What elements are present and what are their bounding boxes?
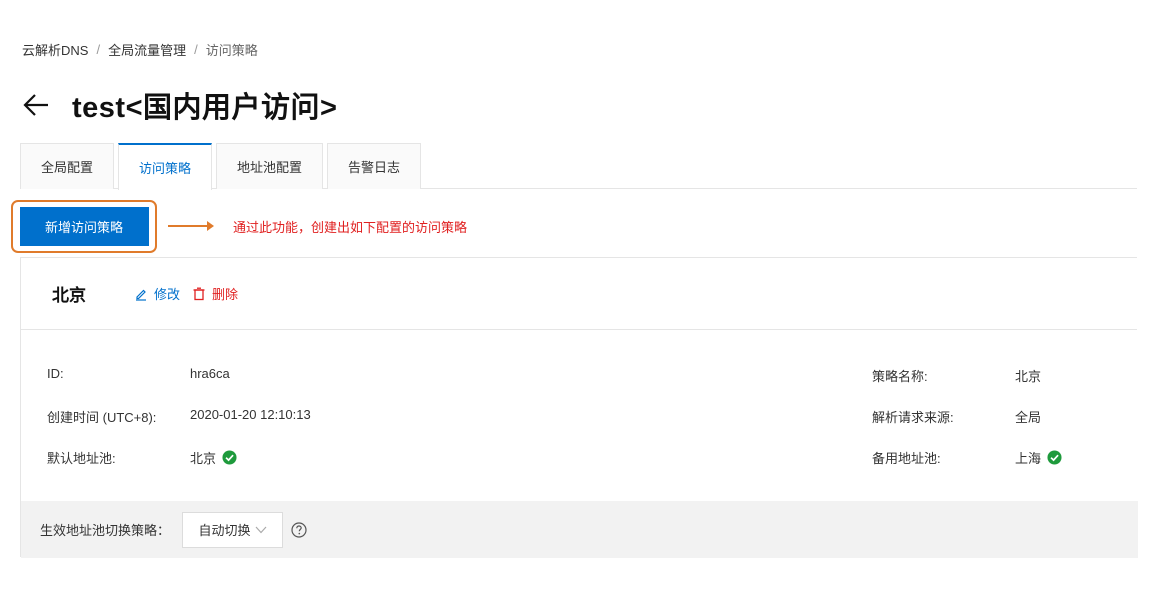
policy-card-header: 北京 修改 删除 bbox=[21, 258, 1137, 330]
edit-button[interactable]: 修改 bbox=[134, 284, 180, 303]
tab-access-policy[interactable]: 访问策略 bbox=[118, 143, 213, 190]
edit-label: 修改 bbox=[154, 287, 181, 302]
check-circle-icon bbox=[222, 450, 237, 465]
backup-pool-name: 上海 bbox=[1015, 451, 1042, 466]
breadcrumb-separator: / bbox=[96, 42, 101, 57]
tab-pool-config[interactable]: 地址池配置 bbox=[216, 143, 324, 189]
default-pool-value: 北京 bbox=[190, 448, 237, 467]
title-row: test<国内用户访问> bbox=[22, 84, 337, 126]
highlight-box: 新增访问策略 bbox=[11, 200, 157, 253]
arrow-left-icon bbox=[23, 94, 48, 116]
id-value: hra6ca bbox=[190, 366, 230, 381]
breadcrumb-current: 访问策略 bbox=[205, 43, 258, 58]
delete-button[interactable]: 删除 bbox=[192, 284, 238, 303]
tab-global-config[interactable]: 全局配置 bbox=[20, 143, 115, 189]
source-value: 全局 bbox=[1015, 410, 1042, 425]
delete-label: 删除 bbox=[212, 287, 239, 302]
tab-alert-log[interactable]: 告警日志 bbox=[327, 143, 422, 189]
policy-name-label: 策略名称: bbox=[872, 369, 928, 384]
id-label: ID: bbox=[47, 366, 64, 381]
annotation-arrow bbox=[168, 221, 214, 231]
switch-policy-select[interactable]: 自动切换 bbox=[182, 511, 284, 548]
breadcrumb-separator: / bbox=[194, 42, 198, 57]
breadcrumb-item-dns[interactable]: 云解析DNS bbox=[22, 40, 88, 59]
policy-card: 北京 修改 删除 ID: hra6ca 创建时间 (UTC+8): 2020-0… bbox=[20, 257, 1138, 558]
check-circle-icon bbox=[1047, 450, 1062, 465]
backup-pool-label: 备用地址池: bbox=[872, 451, 941, 466]
switch-policy-label: 生效地址池切换策略： bbox=[40, 523, 171, 538]
question-circle-icon[interactable] bbox=[291, 521, 307, 538]
pencil-icon bbox=[136, 289, 146, 301]
created-label: 创建时间 (UTC+8): bbox=[47, 410, 157, 425]
trash-icon bbox=[193, 287, 205, 300]
policy-name: 北京 bbox=[52, 286, 86, 305]
chevron-down-icon bbox=[255, 526, 266, 533]
default-pool-name: 北京 bbox=[190, 451, 217, 466]
switch-policy-bar: 生效地址池切换策略： 自动切换 bbox=[21, 501, 1138, 558]
created-value: 2020-01-20 12:10:13 bbox=[190, 407, 311, 422]
default-pool-label: 默认地址池: bbox=[47, 451, 116, 466]
policy-name-value: 北京 bbox=[1015, 369, 1042, 384]
page-title: test<国内用户访问> bbox=[72, 92, 338, 124]
add-policy-button[interactable]: 新增访问策略 bbox=[19, 207, 149, 246]
source-label: 解析请求来源: bbox=[872, 410, 954, 425]
switch-policy-selected: 自动切换 bbox=[198, 523, 251, 538]
breadcrumb: 云解析DNS / 全局流量管理 / 访问策略 bbox=[22, 40, 258, 59]
backup-pool-value: 上海 bbox=[1015, 448, 1062, 467]
annotation-text: 通过此功能，创建出如下配置的访问策略 bbox=[233, 220, 468, 235]
back-button[interactable] bbox=[22, 91, 50, 119]
tab-bar: 全局配置 访问策略 地址池配置 告警日志 bbox=[20, 143, 1137, 190]
breadcrumb-item-gtm[interactable]: 全局流量管理 bbox=[108, 40, 186, 59]
